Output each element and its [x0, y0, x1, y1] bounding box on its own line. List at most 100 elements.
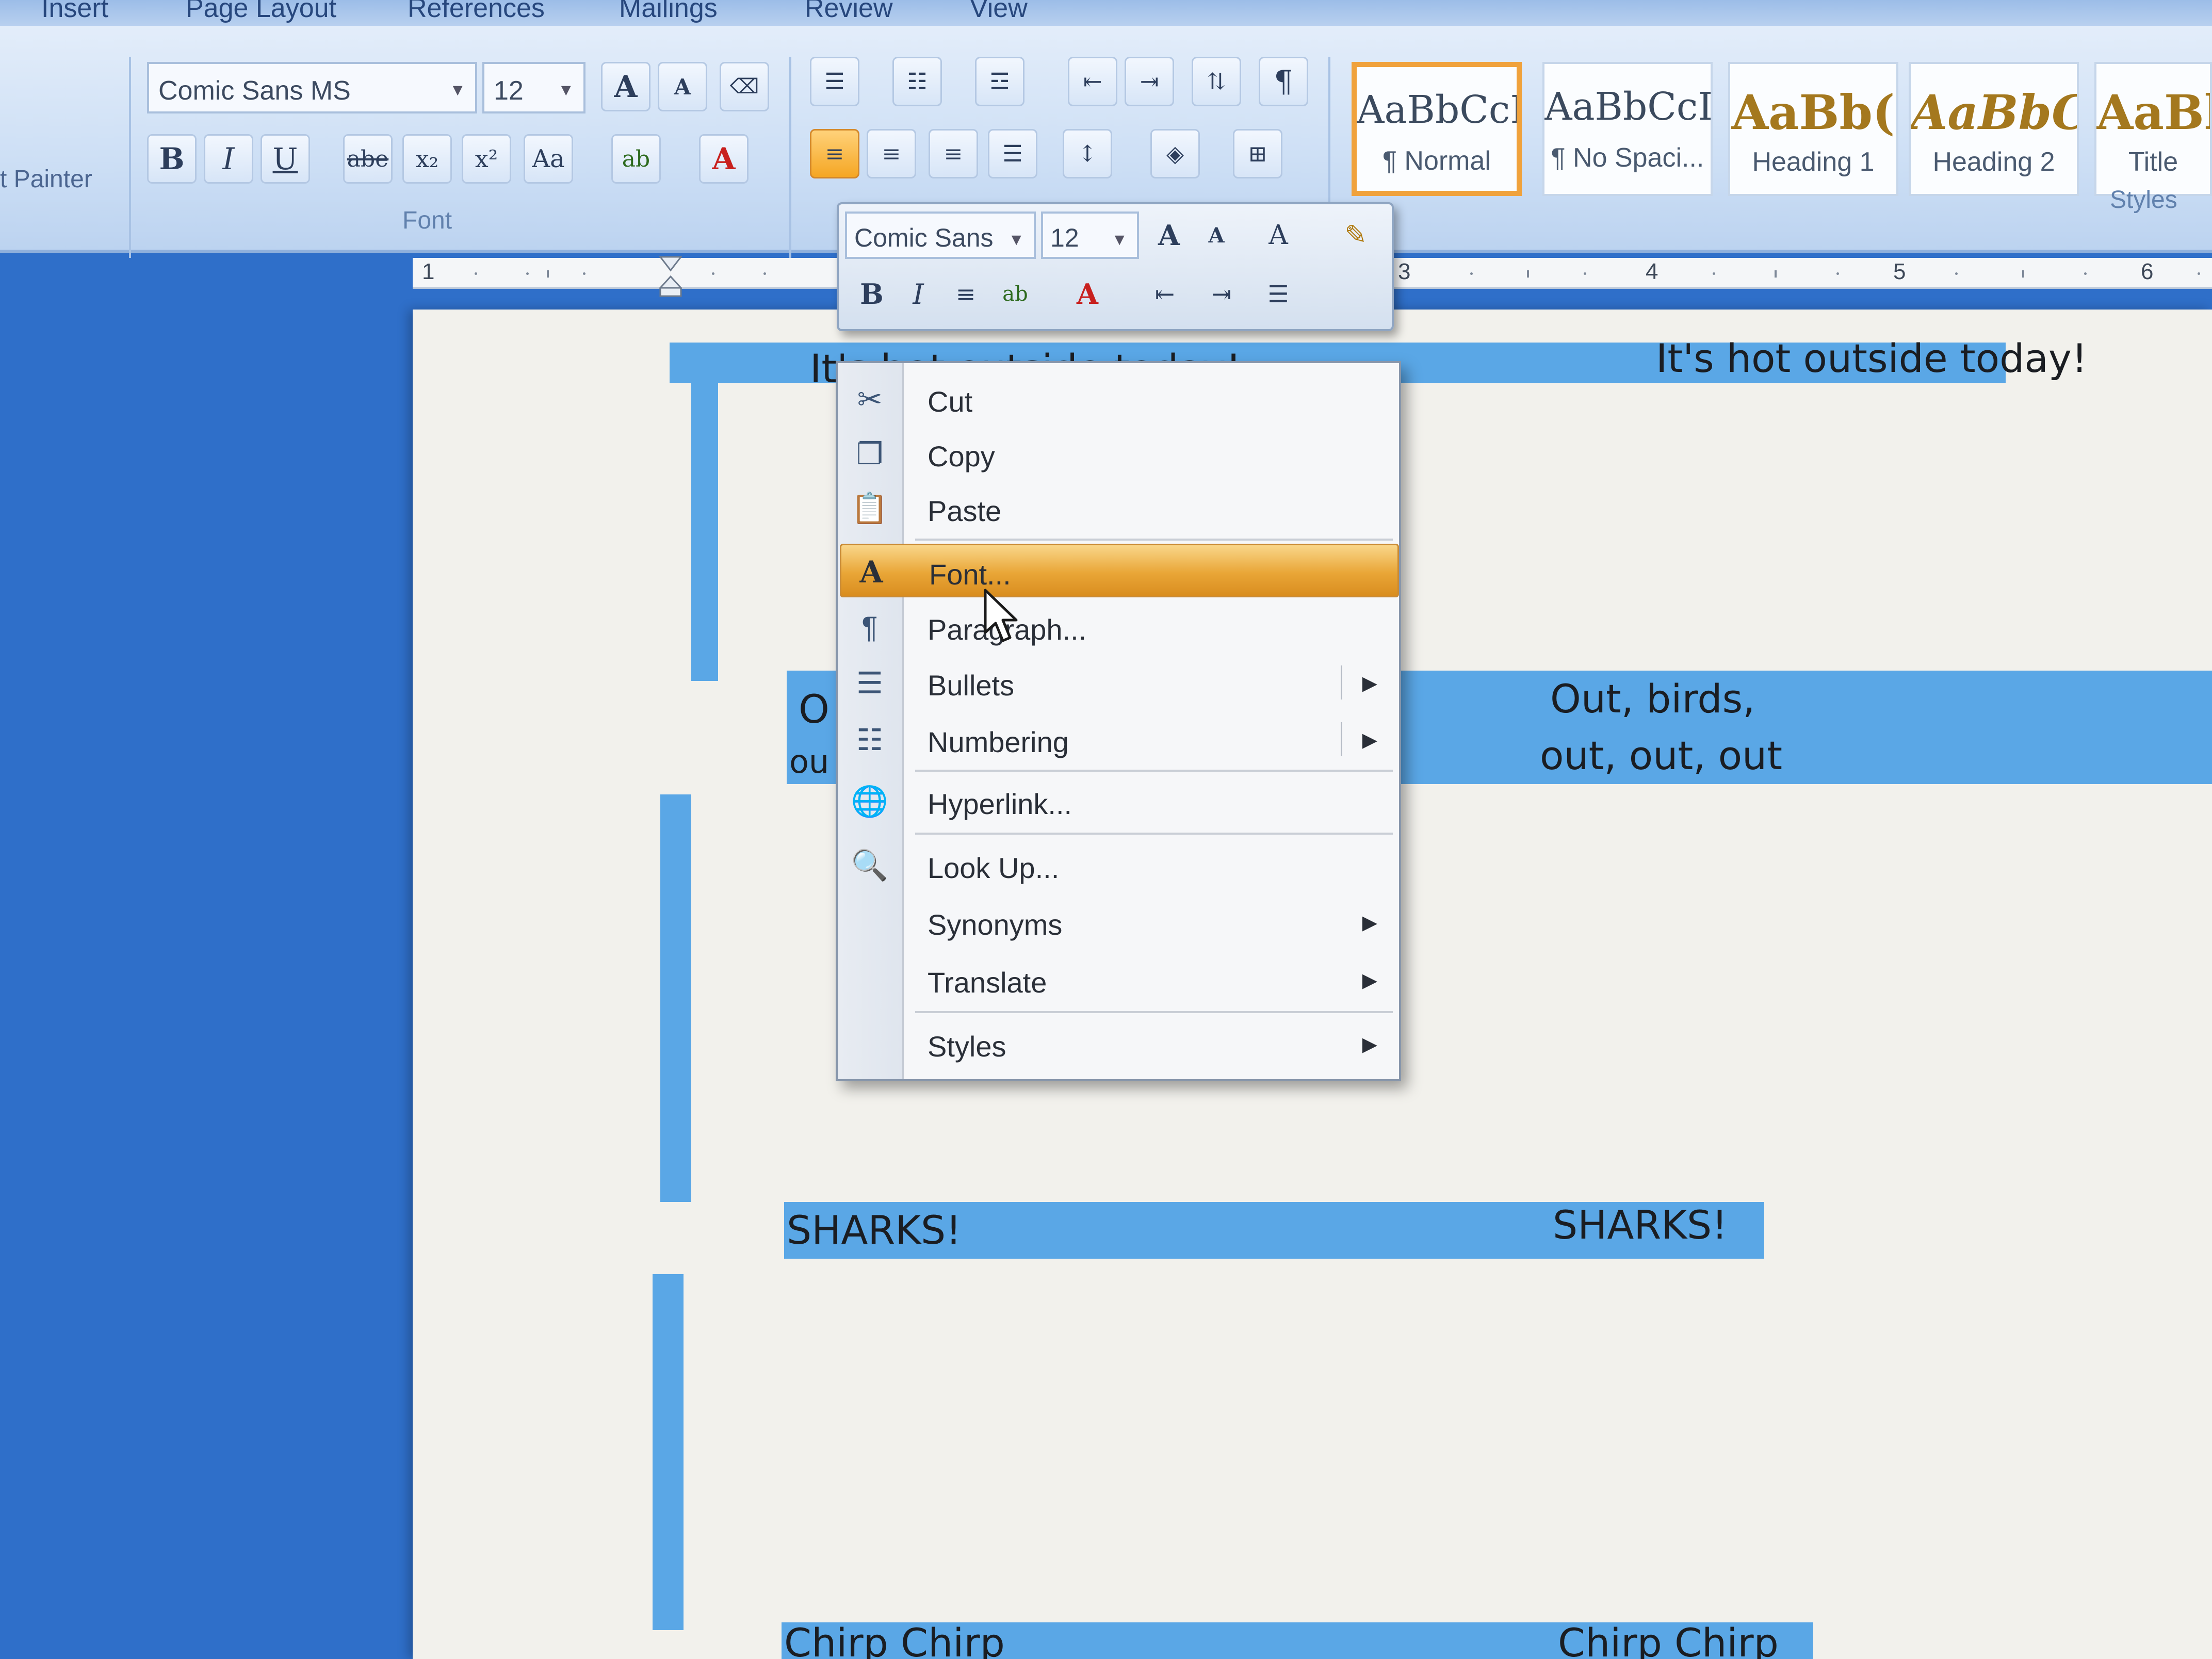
sort-button[interactable]: ⇅: [1192, 57, 1241, 106]
menu-item-paragraph[interactable]: ¶ Paragraph...: [840, 600, 1399, 654]
superscript-button[interactable]: x²: [462, 134, 511, 184]
doc-chirp-left[interactable]: Chirp Chirp: [784, 1620, 1005, 1659]
doc-chirp-right[interactable]: Chirp Chirp: [1558, 1620, 1779, 1659]
line-spacing-button[interactable]: ↕: [1063, 129, 1112, 178]
chevron-down-icon[interactable]: ▼: [449, 80, 466, 100]
bold-button[interactable]: B: [147, 134, 197, 184]
font-color-button[interactable]: A: [699, 134, 749, 184]
menu-item-label: Font...: [929, 558, 1011, 591]
menu-item-look-up[interactable]: 🔍 Look Up...: [840, 839, 1399, 892]
menu-item-paste[interactable]: 📋 Paste: [840, 482, 1399, 535]
mini-shrink-font-button[interactable]: A: [1195, 214, 1238, 257]
decrease-indent-button[interactable]: ⇤: [1068, 57, 1117, 106]
doc-line-2-right-b[interactable]: out, out, out: [1540, 733, 1782, 778]
multilevel-list-button[interactable]: ☲: [975, 57, 1024, 106]
clear-formatting-button[interactable]: ⌫: [720, 62, 769, 111]
mini-center-button[interactable]: ≡: [944, 272, 987, 316]
doc-line-1-right[interactable]: It's hot outside today!: [1656, 335, 2087, 381]
numbering-icon: ☷: [907, 68, 928, 95]
grow-font-button[interactable]: A: [601, 62, 650, 111]
font-color-icon: A: [712, 141, 736, 176]
chevron-down-icon[interactable]: ▼: [1008, 230, 1024, 249]
ruler-number: 6: [2141, 259, 2154, 284]
indent-marker-icon[interactable]: [659, 256, 682, 297]
menu-item-bullets[interactable]: ☰ Bullets ▶: [840, 656, 1399, 710]
bullets-button[interactable]: ☰: [810, 57, 859, 106]
font-group-label: Font: [402, 207, 452, 234]
align-right-button[interactable]: ≡: [929, 129, 978, 178]
style-no-spacing[interactable]: AaBbCcI ¶ No Spaci...: [1542, 62, 1713, 196]
mini-bold-button[interactable]: B: [850, 272, 893, 316]
tab-insert[interactable]: Insert: [41, 0, 108, 24]
ruler-dot: [475, 272, 477, 275]
menu-item-numbering[interactable]: ☷ Numbering ▶: [840, 713, 1399, 767]
increase-indent-button[interactable]: ⇥: [1125, 57, 1174, 106]
mini-font-name-combo[interactable]: Comic Sans ▼: [845, 212, 1036, 259]
style-heading-1[interactable]: AaBb( Heading 1: [1728, 62, 1898, 196]
bullets-icon: ☰: [856, 666, 883, 700]
font-size-combo[interactable]: 12 ▼: [482, 62, 585, 113]
mini-italic-button[interactable]: I: [897, 272, 940, 316]
font-name-value: Comic Sans MS: [158, 76, 351, 106]
menu-item-font[interactable]: A Font...: [840, 544, 1399, 597]
underline-button[interactable]: U: [261, 134, 310, 184]
strikethrough-button[interactable]: abe: [343, 134, 393, 184]
ribbon-tab-bar: Insert Page Layout References Mailings R…: [0, 0, 2212, 26]
multilevel-list-icon: ☲: [989, 68, 1010, 95]
copy-icon: ❐: [856, 437, 883, 471]
mini-font-size-combo[interactable]: 12 ▼: [1041, 212, 1139, 259]
tab-page-layout[interactable]: Page Layout: [186, 0, 336, 24]
style-title[interactable]: AaBl Title: [2094, 62, 2212, 196]
italic-icon: I: [222, 141, 235, 176]
mini-decrease-indent-button[interactable]: ⇤: [1143, 272, 1186, 316]
italic-button[interactable]: I: [204, 134, 253, 184]
ruler-dot: [763, 272, 766, 275]
tab-mailings[interactable]: Mailings: [619, 0, 718, 24]
doc-line-2-left-a[interactable]: O: [799, 686, 829, 732]
chevron-down-icon[interactable]: ▼: [1111, 230, 1128, 249]
mini-grow-font-button[interactable]: A: [1147, 214, 1191, 257]
shrink-font-icon: A: [674, 74, 691, 100]
borders-button[interactable]: ⊞: [1233, 129, 1282, 178]
subscript-button[interactable]: x₂: [402, 134, 452, 184]
mini-highlight-button[interactable]: ab: [994, 272, 1037, 316]
doc-sharks-left[interactable]: SHARKS!: [787, 1207, 962, 1253]
chevron-down-icon[interactable]: ▼: [558, 80, 574, 100]
tab-review[interactable]: Review: [805, 0, 893, 24]
change-case-button[interactable]: Aa: [524, 134, 573, 184]
mini-bullets-button[interactable]: ☰: [1257, 272, 1300, 316]
numbering-button[interactable]: ☷: [892, 57, 942, 106]
menu-item-cut[interactable]: ✂ Cut: [840, 372, 1399, 426]
mini-font-name-value: Comic Sans: [854, 223, 994, 252]
tab-references[interactable]: References: [408, 0, 545, 24]
shading-button[interactable]: ◈: [1150, 129, 1200, 178]
align-left-button[interactable]: ≡: [810, 129, 859, 178]
show-marks-button[interactable]: ¶: [1259, 57, 1308, 106]
format-painter-button[interactable]: t Painter: [0, 165, 92, 193]
menu-item-translate[interactable]: Translate ▶: [840, 953, 1399, 1007]
highlight-button[interactable]: ab: [611, 134, 661, 184]
mini-font-color-button[interactable]: A: [1066, 272, 1109, 316]
font-name-combo[interactable]: Comic Sans MS ▼: [147, 62, 477, 113]
align-center-button[interactable]: ≡: [867, 129, 916, 178]
shrink-font-button[interactable]: A: [658, 62, 707, 111]
tab-view[interactable]: View: [970, 0, 1028, 24]
mini-increase-indent-button[interactable]: ⇥: [1200, 272, 1243, 316]
justify-button[interactable]: ☰: [988, 129, 1037, 178]
mini-styles-button[interactable]: A: [1257, 214, 1300, 257]
submenu-arrow-icon: ▶: [1362, 729, 1377, 751]
mini-format-painter-button[interactable]: ✎: [1334, 214, 1377, 257]
menu-item-hyperlink[interactable]: 🌐 Hyperlink...: [840, 775, 1399, 828]
style-heading-2[interactable]: AaBbC( Heading 2: [1909, 62, 2079, 196]
menu-item-synonyms[interactable]: Synonyms ▶: [840, 896, 1399, 949]
grow-font-icon: A: [1158, 219, 1180, 252]
doc-sharks-right[interactable]: SHARKS!: [1553, 1202, 1728, 1248]
menu-item-label: Copy: [928, 440, 995, 473]
style-normal[interactable]: AaBbCcI ¶ Normal: [1352, 62, 1522, 196]
doc-line-2-left-b[interactable]: ou: [789, 743, 829, 780]
align-center-icon: ≡: [955, 280, 976, 308]
doc-line-2-right-a[interactable]: Out, birds,: [1550, 676, 1755, 722]
menu-item-styles[interactable]: Styles ▶: [840, 1017, 1399, 1071]
menu-item-copy[interactable]: ❐ Copy: [840, 427, 1399, 481]
left-shading-bar: [653, 1274, 684, 1630]
